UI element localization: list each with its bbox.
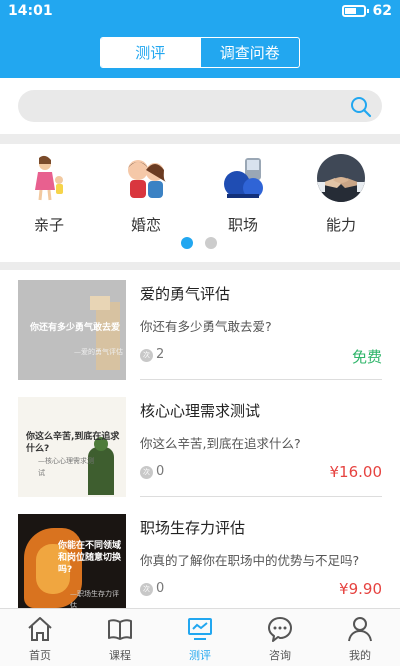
header: 14:01 62 测评 调查问卷: [0, 0, 400, 78]
thumbnail-image: 你能在不同领域和岗位随意切换吗? —职场生存力评估: [18, 514, 126, 608]
tab-label: 课程: [109, 649, 131, 662]
parent-child-icon: [35, 155, 63, 201]
category-parent-child[interactable]: 亲子: [14, 154, 84, 234]
tab-survey[interactable]: 调查问卷: [199, 38, 300, 67]
category-marriage[interactable]: 婚恋: [111, 154, 181, 234]
thumbnail-image: 你这么辛苦,到底在追求什么? —核心心理需求测试: [18, 397, 126, 497]
handshake-icon: [317, 154, 365, 202]
tab-label: 测评: [189, 649, 211, 662]
category-label: 能力: [325, 216, 356, 234]
tab-label: 我的: [349, 649, 371, 662]
divider: [140, 379, 382, 380]
status-time: 14:01: [8, 3, 53, 19]
battery-level: 62: [372, 3, 392, 19]
test-title: 核心心理需求测试: [140, 402, 261, 420]
test-count: 0: [156, 464, 165, 479]
tab-label: 首页: [29, 649, 51, 662]
test-price: ¥9.90: [339, 580, 382, 598]
tab-home[interactable]: 首页: [10, 615, 70, 665]
test-subtitle: 你这么辛苦,到底在追求什么?: [140, 436, 301, 451]
test-price: 免费: [351, 348, 382, 366]
test-price: ¥16.00: [329, 463, 383, 481]
tab-course[interactable]: 课程: [90, 615, 150, 665]
segment-control: 测评 调查问卷: [100, 37, 300, 68]
test-subtitle: 你真的了解你在职场中的优势与不足吗?: [140, 553, 360, 568]
page-dot-2[interactable]: [205, 237, 217, 249]
category-label: 职场: [227, 216, 258, 234]
category-section: 亲子 婚恋 职场 能力: [0, 144, 400, 262]
thumbnail-image: 你还有多少勇气敢去爱 —爱的勇气评估: [18, 280, 126, 380]
list-item[interactable]: 你还有多少勇气敢去爱 —爱的勇气评估 爱的勇气评估 你还有多少勇气敢去爱? 次 …: [18, 280, 382, 382]
status-bar: 14:01 62: [0, 0, 400, 24]
user-icon: [348, 617, 372, 642]
test-count: 2: [156, 347, 165, 362]
divider: [140, 496, 382, 497]
search-input[interactable]: [18, 90, 382, 122]
workplace-icon: [224, 158, 263, 198]
category-ability[interactable]: 能力: [306, 154, 376, 234]
test-list: 你还有多少勇气敢去爱 —爱的勇气评估 爱的勇气评估 你还有多少勇气敢去爱? 次 …: [0, 270, 400, 608]
times-icon: 次: [140, 466, 153, 479]
times-icon: 次: [140, 583, 153, 596]
page-dot-1[interactable]: [181, 237, 193, 249]
list-item[interactable]: 你这么辛苦,到底在追求什么? —核心心理需求测试 核心心理需求测试 你这么辛苦,…: [18, 397, 382, 499]
list-item[interactable]: 你能在不同领域和岗位随意切换吗? —职场生存力评估 职场生存力评估 你真的了解你…: [18, 514, 382, 608]
battery-icon: [342, 5, 369, 17]
tab-mine[interactable]: 我的: [330, 615, 390, 665]
book-icon: [108, 619, 132, 640]
tab-assessment[interactable]: 测评: [101, 38, 200, 67]
category-label: 婚恋: [130, 216, 161, 234]
search-icon[interactable]: [350, 96, 372, 118]
times-icon: 次: [140, 349, 153, 362]
tab-label: 咨询: [269, 649, 291, 662]
test-subtitle: 你还有多少勇气敢去爱?: [140, 319, 272, 334]
tab-consult[interactable]: 咨询: [250, 615, 310, 665]
couple-icon: [128, 160, 166, 198]
app-screen: 14:01 62 测评 调查问卷 亲子 婚恋 职场 能力 你还有多少勇气敢去爱 …: [0, 0, 400, 666]
test-title: 爱的勇气评估: [140, 285, 231, 303]
home-icon: [28, 617, 52, 641]
test-title: 职场生存力评估: [140, 519, 246, 537]
bottom-tab-bar: 首页 课程 测评 咨询 我的: [0, 608, 400, 666]
chat-icon: [268, 617, 292, 642]
monitor-icon: [188, 618, 212, 640]
test-count: 0: [156, 581, 165, 596]
category-workplace[interactable]: 职场: [208, 154, 278, 234]
category-label: 亲子: [33, 216, 64, 234]
tab-assessment-nav[interactable]: 测评: [170, 615, 230, 665]
